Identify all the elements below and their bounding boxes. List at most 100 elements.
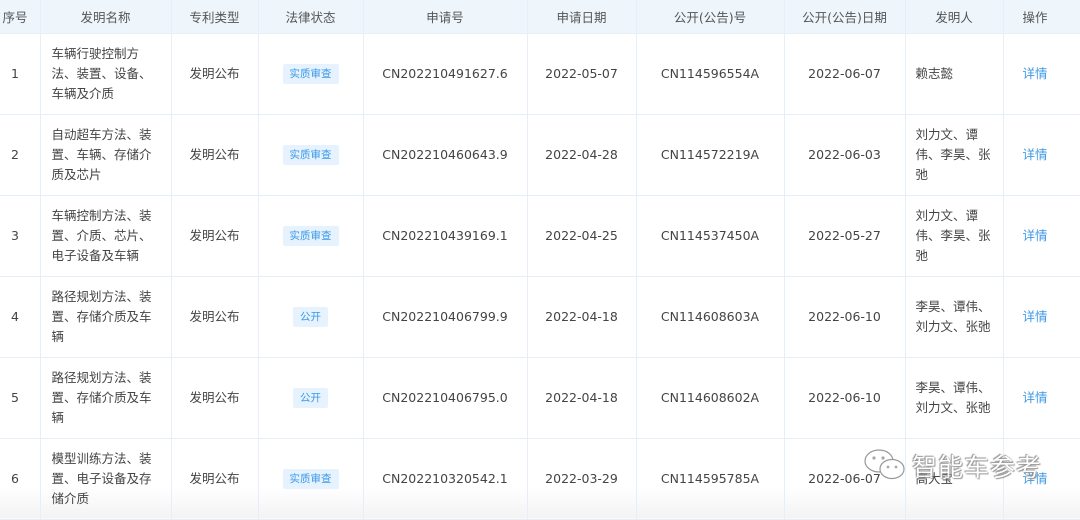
status-badge: 实质审查: [282, 226, 339, 246]
cell-type-text: 发明公布: [189, 227, 240, 243]
cell-app-date-text: 2022-04-18: [545, 308, 618, 324]
details-link[interactable]: 详情: [1023, 390, 1048, 405]
cell-app-no-text: CN202210491627.6: [382, 65, 508, 81]
cell-type: 发明公布: [171, 276, 259, 358]
cell-app-no: CN202210406799.9: [363, 276, 528, 358]
cell-type-text: 发明公布: [189, 389, 240, 405]
cell-app-date: 2022-04-25: [527, 195, 637, 277]
cell-type-text: 发明公布: [189, 65, 240, 81]
details-link[interactable]: 详情: [1023, 471, 1048, 486]
cell-index: 5: [0, 357, 41, 439]
status-badge: 实质审查: [282, 469, 339, 489]
table-row: 2 自动超车方法、装置、车辆、存储介质及芯片 发明公布 实质审查 CN202210460…: [0, 114, 1080, 196]
cell-status: 实质审查: [258, 195, 364, 277]
header-pub-date: 公开(公告)日期: [784, 0, 906, 34]
details-link[interactable]: 详情: [1023, 147, 1048, 162]
cell-app-date-text: 2022-05-07: [545, 65, 618, 81]
header-pub-no: 公开(公告)号: [636, 0, 785, 34]
cell-app-no-text: CN202210460643.9: [382, 146, 508, 162]
cell-pub-no-text: CN114595785A: [660, 470, 760, 486]
cell-pub-date: 2022-05-27: [784, 195, 906, 277]
cell-app-date-text: 2022-03-29: [545, 470, 618, 486]
cell-inventors-text: 高大宝: [915, 470, 954, 486]
cell-app-no-text: CN202210320542.1: [382, 470, 508, 486]
table-row: 6 模型训练方法、装置、电子设备及存储介质 发明公布 实质审查 CN2022103205…: [0, 438, 1080, 520]
table-row: 4 路径规划方法、装置、存储介质及车辆 发明公布 公开 CN202210406799.9…: [0, 276, 1080, 358]
cell-name: 路径规划方法、装置、存储介质及车辆: [40, 357, 172, 439]
cell-app-no-text: CN202210406795.0: [382, 389, 508, 405]
cell-pub-no: CN114596554A: [636, 33, 785, 115]
cell-app-date: 2022-04-18: [527, 276, 637, 358]
header-app-no: 申请号: [363, 0, 528, 34]
cell-app-date-text: 2022-04-28: [545, 146, 618, 162]
status-badge: 实质审查: [282, 64, 339, 84]
cell-app-no: CN202210320542.1: [363, 438, 528, 520]
cell-inventors: 高大宝: [905, 438, 1004, 520]
cell-app-date: 2022-05-07: [527, 33, 637, 115]
cell-name-text: 路径规划方法、装置、存储介质及车辆: [51, 288, 152, 344]
cell-inventors-text: 李昊、谭伟、刘力文、张弛: [915, 298, 991, 334]
cell-pub-date: 2022-06-07: [784, 33, 906, 115]
cell-type-text: 发明公布: [189, 470, 240, 486]
cell-name-text: 车辆行驶控制方法、装置、设备、车辆及介质: [51, 45, 152, 101]
cell-app-no-text: CN202210406799.9: [382, 308, 508, 324]
cell-type: 发明公布: [171, 357, 259, 439]
header-action: 操作: [1003, 0, 1080, 34]
cell-index-text: 6: [11, 470, 19, 486]
cell-pub-date-text: 2022-06-07: [808, 470, 881, 486]
cell-name: 自动超车方法、装置、车辆、存储介质及芯片: [40, 114, 172, 196]
cell-action: 详情: [1003, 195, 1080, 277]
cell-type: 发明公布: [171, 33, 259, 115]
details-link[interactable]: 详情: [1023, 228, 1048, 243]
cell-name-text: 车辆控制方法、装置、介质、芯片、电子设备及车辆: [51, 207, 152, 263]
cell-inventors: 李昊、谭伟、刘力文、张弛: [905, 276, 1004, 358]
cell-inventors-text: 赖志懿: [915, 65, 954, 81]
cell-pub-date: 2022-06-03: [784, 114, 906, 196]
cell-pub-date-text: 2022-05-27: [808, 227, 881, 243]
cell-pub-no-text: CN114596554A: [660, 65, 760, 81]
cell-index-text: 5: [11, 389, 19, 405]
cell-status: 实质审查: [258, 438, 364, 520]
cell-index: 3: [0, 195, 41, 277]
cell-inventors: 赖志懿: [905, 33, 1004, 115]
details-link[interactable]: 详情: [1023, 309, 1048, 324]
table-row: 3 车辆控制方法、装置、介质、芯片、电子设备及车辆 发明公布 实质审查 CN202210…: [0, 195, 1080, 277]
cell-app-date: 2022-04-28: [527, 114, 637, 196]
cell-inventors-text: 刘力文、谭伟、李昊、张弛: [915, 126, 991, 182]
status-badge: 公开: [293, 388, 328, 408]
cell-app-no: CN202210460643.9: [363, 114, 528, 196]
cell-name: 车辆行驶控制方法、装置、设备、车辆及介质: [40, 33, 172, 115]
cell-app-no: CN202210439169.1: [363, 195, 528, 277]
cell-index-text: 4: [11, 308, 19, 324]
cell-status: 实质审查: [258, 114, 364, 196]
cell-type-text: 发明公布: [189, 146, 240, 162]
cell-index: 1: [0, 33, 41, 115]
table-row: 1 车辆行驶控制方法、装置、设备、车辆及介质 发明公布 实质审查 CN202210491…: [0, 33, 1080, 115]
cell-action: 详情: [1003, 33, 1080, 115]
cell-pub-no: CN114537450A: [636, 195, 785, 277]
header-inventors: 发明人: [905, 0, 1004, 34]
cell-pub-date-text: 2022-06-10: [808, 389, 881, 405]
cell-pub-no: CN114572219A: [636, 114, 785, 196]
header-status: 法律状态: [258, 0, 364, 34]
table-row: 5 路径规划方法、装置、存储介质及车辆 发明公布 公开 CN202210406795.0…: [0, 357, 1080, 439]
cell-index: 2: [0, 114, 41, 196]
cell-app-no-text: CN202210439169.1: [382, 227, 508, 243]
cell-index: 6: [0, 438, 41, 520]
cell-pub-no-text: CN114572219A: [660, 146, 760, 162]
cell-inventors: 李昊、谭伟、刘力文、张弛: [905, 357, 1004, 439]
cell-pub-no: CN114595785A: [636, 438, 785, 520]
cell-pub-no-text: CN114537450A: [660, 227, 760, 243]
cell-pub-date: 2022-06-10: [784, 276, 906, 358]
cell-name-text: 模型训练方法、装置、电子设备及存储介质: [51, 450, 152, 506]
header-name: 发明名称: [40, 0, 172, 34]
details-link[interactable]: 详情: [1023, 66, 1048, 81]
cell-app-no: CN202210406795.0: [363, 357, 528, 439]
cell-name: 模型训练方法、装置、电子设备及存储介质: [40, 438, 172, 520]
cell-name-text: 路径规划方法、装置、存储介质及车辆: [51, 369, 152, 425]
cell-name-text: 自动超车方法、装置、车辆、存储介质及芯片: [51, 126, 152, 182]
cell-inventors-text: 刘力文、谭伟、李昊、张弛: [915, 207, 991, 263]
cell-inventors: 刘力文、谭伟、李昊、张弛: [905, 114, 1004, 196]
status-badge: 实质审查: [282, 145, 339, 165]
cell-pub-date-text: 2022-06-03: [808, 146, 881, 162]
